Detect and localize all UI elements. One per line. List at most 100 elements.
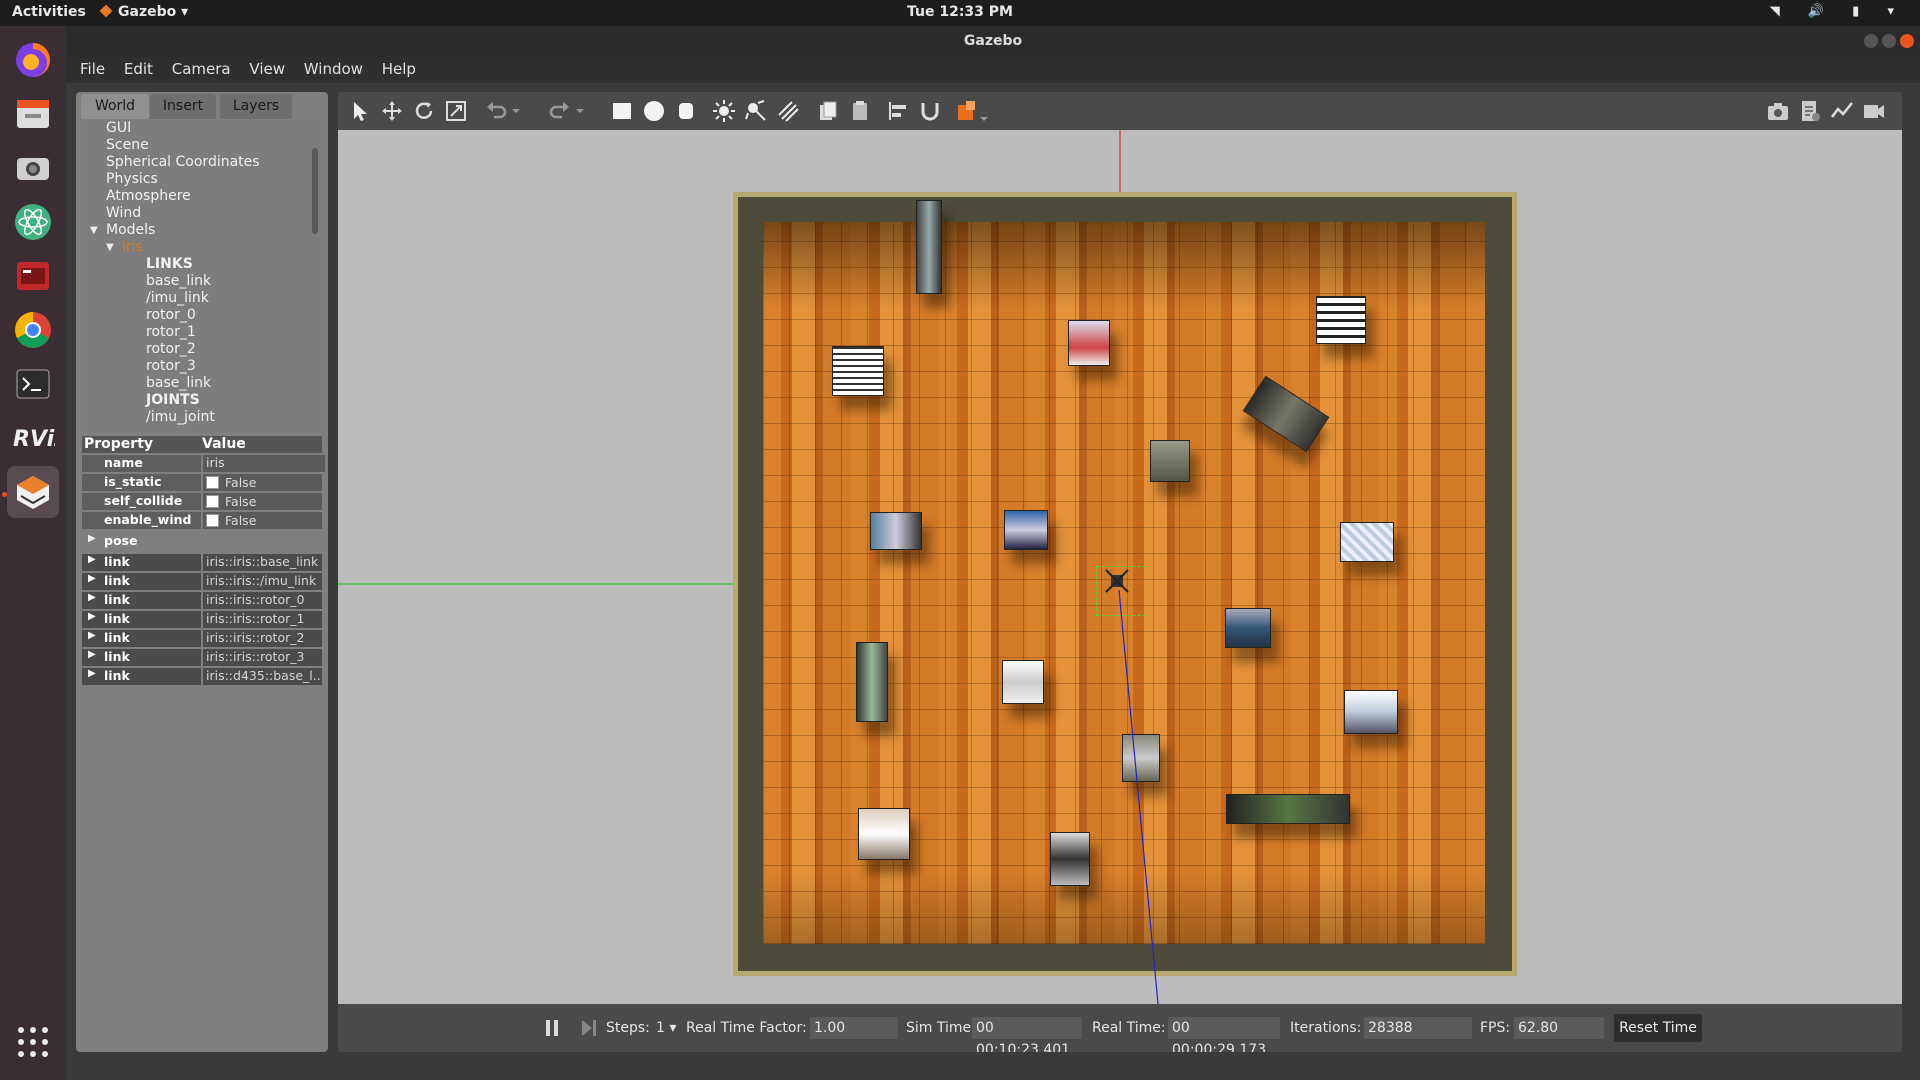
- expand-arrow-icon[interactable]: ▶: [88, 630, 96, 641]
- scene-box[interactable]: [1122, 734, 1160, 782]
- select-arrow-icon[interactable]: [348, 99, 372, 123]
- record-icon[interactable]: [1862, 99, 1886, 123]
- scene-box[interactable]: [1068, 320, 1110, 366]
- rotate-icon[interactable]: [412, 99, 436, 123]
- system-tray[interactable]: ◥ 🔊 ▮ ▾: [1770, 4, 1906, 19]
- tree-item[interactable]: rotor_2: [146, 341, 196, 358]
- tree-item[interactable]: /imu_joint: [146, 409, 215, 426]
- translate-icon[interactable]: [380, 99, 404, 123]
- tree-item[interactable]: Spherical Coordinates: [106, 154, 260, 171]
- link-row[interactable]: ▶ link iris::iris::/imu_link: [82, 573, 322, 590]
- scene-box[interactable]: [1316, 296, 1366, 344]
- checkbox[interactable]: [206, 495, 219, 508]
- view-angle-icon[interactable]: [956, 99, 990, 123]
- expand-arrow-icon[interactable]: ▶: [88, 668, 96, 679]
- atom-icon[interactable]: [7, 196, 59, 248]
- tree-scrollbar[interactable]: [312, 148, 318, 234]
- log-icon[interactable]: [1798, 99, 1822, 123]
- sphere-shape-icon[interactable]: [642, 99, 666, 123]
- scene-box[interactable]: [1340, 522, 1394, 562]
- link-row[interactable]: ▶ link iris::iris::rotor_2: [82, 630, 322, 647]
- property-value[interactable]: False: [203, 512, 322, 529]
- expand-arrow-icon[interactable]: ▶: [88, 554, 96, 565]
- paste-icon[interactable]: [848, 99, 872, 123]
- link-row[interactable]: ▶ link iris::iris::rotor_0: [82, 592, 322, 609]
- scene-box[interactable]: [1002, 660, 1044, 704]
- tree-item[interactable]: ▼ Models: [90, 222, 155, 239]
- scene-box[interactable]: [1004, 510, 1048, 550]
- menu-view[interactable]: View: [249, 60, 285, 78]
- tree-item[interactable]: JOINTS: [146, 392, 200, 409]
- expand-arrow-icon[interactable]: ▼: [90, 222, 98, 239]
- screenshot-icon[interactable]: [1766, 99, 1790, 123]
- tree-item[interactable]: base_link: [146, 375, 211, 392]
- scene-viewport[interactable]: [338, 130, 1902, 1004]
- undo-icon[interactable]: [484, 99, 508, 123]
- close-icon[interactable]: [1900, 34, 1914, 48]
- step-icon[interactable]: [578, 1018, 598, 1038]
- app-menu[interactable]: Gazebo ▾: [99, 4, 188, 20]
- gazebo-dock-icon[interactable]: [7, 466, 59, 518]
- scene-box[interactable]: [870, 512, 922, 550]
- terminal-icon[interactable]: [7, 358, 59, 410]
- show-applications-icon[interactable]: [7, 1016, 59, 1068]
- expand-arrow-icon[interactable]: ▶: [88, 533, 96, 544]
- tree-item[interactable]: rotor_1: [146, 324, 196, 341]
- firefox-icon[interactable]: [7, 34, 59, 86]
- tab-insert[interactable]: Insert: [150, 94, 216, 119]
- scene-box[interactable]: [1344, 690, 1398, 734]
- scene-box[interactable]: [858, 808, 910, 860]
- align-icon[interactable]: [886, 99, 910, 123]
- checkbox[interactable]: [206, 476, 219, 489]
- plot-icon[interactable]: [1830, 99, 1854, 123]
- activities-button[interactable]: Activities: [12, 4, 86, 20]
- tree-item[interactable]: Physics: [106, 171, 158, 188]
- pose-row[interactable]: ▶ pose: [82, 533, 322, 550]
- tree-item[interactable]: /imu_link: [146, 290, 209, 307]
- point-light-icon[interactable]: [712, 99, 736, 123]
- expand-arrow-icon[interactable]: ▶: [88, 573, 96, 584]
- drone-model[interactable]: [1104, 568, 1130, 594]
- reset-time-button[interactable]: Reset Time: [1614, 1014, 1702, 1042]
- pause-icon[interactable]: [542, 1018, 562, 1038]
- scene-box[interactable]: [1226, 794, 1350, 824]
- scene-box[interactable]: [1050, 832, 1090, 886]
- menu-window[interactable]: Window: [304, 60, 363, 78]
- box-shape-icon[interactable]: [610, 99, 634, 123]
- expand-arrow-icon[interactable]: ▶: [88, 649, 96, 660]
- directional-light-icon[interactable]: [776, 99, 800, 123]
- tree-item[interactable]: Scene: [106, 137, 149, 154]
- tab-world[interactable]: World: [81, 94, 149, 119]
- tree-item[interactable]: rotor_0: [146, 307, 196, 324]
- minimize-icon[interactable]: [1864, 34, 1878, 48]
- window-titlebar[interactable]: Gazebo: [66, 26, 1920, 57]
- tree-item[interactable]: base_link: [146, 273, 211, 290]
- expand-arrow-icon[interactable]: ▼: [106, 239, 114, 256]
- redo-icon[interactable]: [548, 99, 572, 123]
- camera-app-icon[interactable]: [7, 142, 59, 194]
- link-row[interactable]: ▶ link iris::iris::rotor_1: [82, 611, 322, 628]
- cylinder-shape-icon[interactable]: [674, 99, 698, 123]
- copy-icon[interactable]: [816, 99, 840, 123]
- scene-box[interactable]: [916, 200, 942, 294]
- menu-file[interactable]: File: [80, 60, 105, 78]
- maximize-icon[interactable]: [1882, 34, 1896, 48]
- checkbox[interactable]: [206, 514, 219, 527]
- menu-camera[interactable]: Camera: [172, 60, 231, 78]
- scene-box[interactable]: [856, 642, 888, 722]
- undo-dropdown-icon[interactable]: [510, 99, 522, 123]
- menu-help[interactable]: Help: [382, 60, 416, 78]
- property-value[interactable]: False: [203, 474, 322, 491]
- menu-edit[interactable]: Edit: [124, 60, 153, 78]
- tree-item[interactable]: ▼ iris: [106, 239, 143, 256]
- link-row[interactable]: ▶ link iris::iris::base_link: [82, 554, 322, 571]
- tree-item[interactable]: GUI: [106, 120, 131, 137]
- scale-icon[interactable]: [444, 99, 468, 123]
- tab-layers[interactable]: Layers: [220, 94, 292, 119]
- tree-item[interactable]: LINKS: [146, 256, 193, 273]
- spot-light-icon[interactable]: [744, 99, 768, 123]
- expand-arrow-icon[interactable]: ▶: [88, 592, 96, 603]
- scene-box[interactable]: [832, 346, 884, 396]
- rviz-icon[interactable]: RViz: [7, 412, 59, 464]
- property-value[interactable]: False: [203, 493, 322, 510]
